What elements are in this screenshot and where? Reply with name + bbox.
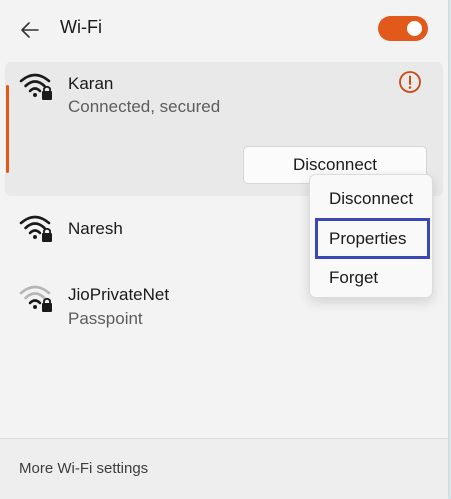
network-name: JioPrivateNet xyxy=(68,285,170,304)
back-button[interactable] xyxy=(16,16,44,44)
wifi-secured-icon xyxy=(19,285,52,312)
footer: More Wi-Fi settings xyxy=(0,438,448,499)
menu-item-properties[interactable]: Properties xyxy=(315,218,430,259)
toggle-knob xyxy=(407,21,422,36)
more-wifi-settings-link[interactable]: More Wi-Fi settings xyxy=(19,460,148,477)
menu-item-disconnect[interactable]: Disconnect xyxy=(316,182,428,216)
back-arrow-icon xyxy=(21,22,39,38)
menu-item-forget[interactable]: Forget xyxy=(316,261,428,295)
selection-accent-bar xyxy=(6,85,9,173)
wifi-secured-icon xyxy=(19,73,52,100)
wifi-toggle[interactable] xyxy=(378,16,428,41)
network-item-naresh[interactable]: Naresh xyxy=(5,206,305,252)
info-icon[interactable] xyxy=(398,70,422,94)
network-status: Passpoint xyxy=(68,309,143,328)
network-name: Naresh xyxy=(68,219,123,238)
page-title: Wi-Fi xyxy=(60,17,102,37)
wifi-secured-icon xyxy=(19,215,52,242)
context-menu: Disconnect Properties Forget xyxy=(309,174,433,298)
network-status: Connected, secured xyxy=(68,97,221,116)
header: Wi-Fi xyxy=(0,0,448,56)
network-item-jioprivatenet[interactable]: JioPrivateNet Passpoint xyxy=(5,278,305,334)
network-name: Karan xyxy=(68,74,114,93)
